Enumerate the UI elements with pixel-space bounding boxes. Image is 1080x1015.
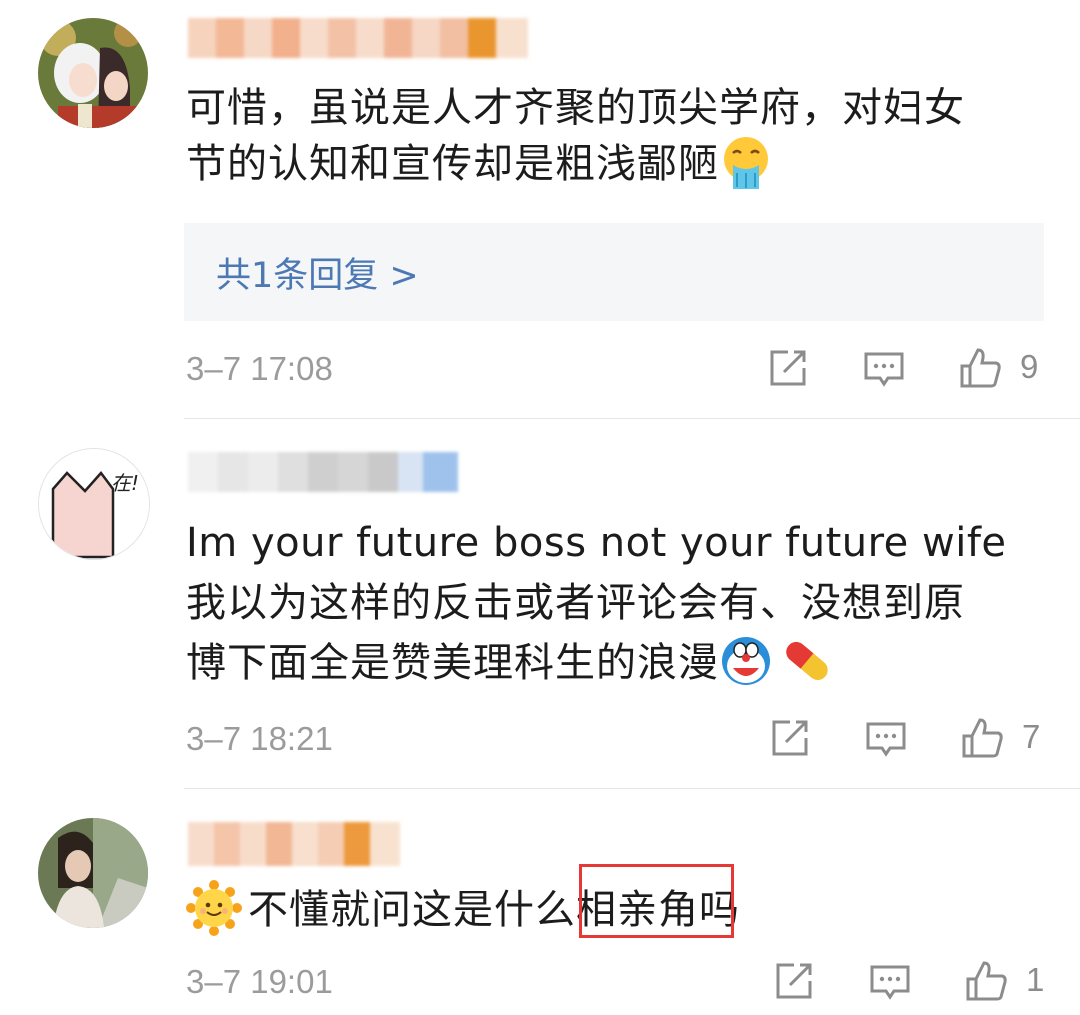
divider — [184, 788, 1080, 789]
highlight-box — [579, 864, 734, 938]
like-icon[interactable] — [964, 959, 1008, 1003]
repost-icon[interactable] — [772, 959, 816, 1003]
username[interactable] — [188, 18, 528, 58]
comment-meta: 3–7 18:21 7 — [0, 710, 1080, 770]
doraemon-icon — [722, 637, 770, 685]
avatar[interactable]: 在! — [38, 448, 150, 560]
comment-meta: 3–7 17:08 9 — [0, 340, 1080, 400]
comment-meta: 3–7 19:01 1 — [0, 953, 1080, 1013]
avatar-text: 在! — [111, 471, 140, 495]
divider — [184, 418, 1080, 419]
repost-icon[interactable] — [766, 346, 810, 390]
username[interactable] — [188, 452, 458, 492]
repost-icon[interactable] — [768, 716, 812, 760]
view-replies-link[interactable]: 共1条回复 > — [216, 247, 419, 298]
reply-box[interactable]: 共1条回复 > — [184, 223, 1044, 321]
avatar[interactable] — [38, 18, 148, 128]
comment-icon[interactable] — [864, 716, 908, 760]
like-icon[interactable] — [960, 716, 1004, 760]
comment-icon[interactable] — [862, 346, 906, 390]
username[interactable] — [188, 822, 400, 866]
timestamp: 3–7 18:21 — [186, 720, 333, 757]
comment-text: 可惜，虽说是人才齐聚的顶尖学府，对妇女 节的认知和宣传却是粗浅鄙陋 — [186, 85, 965, 189]
avatar[interactable] — [38, 818, 148, 928]
comment-text: Im your future boss not your future wife… — [186, 520, 1007, 686]
like-count: 7 — [1022, 718, 1041, 755]
timestamp: 3–7 19:01 — [186, 963, 333, 1000]
like-count: 1 — [1026, 961, 1045, 998]
like-icon[interactable] — [958, 346, 1002, 390]
sun-face-icon — [186, 880, 242, 936]
comment-icon[interactable] — [868, 959, 912, 1003]
vomiting-face-icon — [724, 137, 768, 189]
timestamp: 3–7 17:08 — [186, 350, 333, 387]
like-count: 9 — [1020, 348, 1039, 385]
pill-icon — [786, 642, 828, 680]
